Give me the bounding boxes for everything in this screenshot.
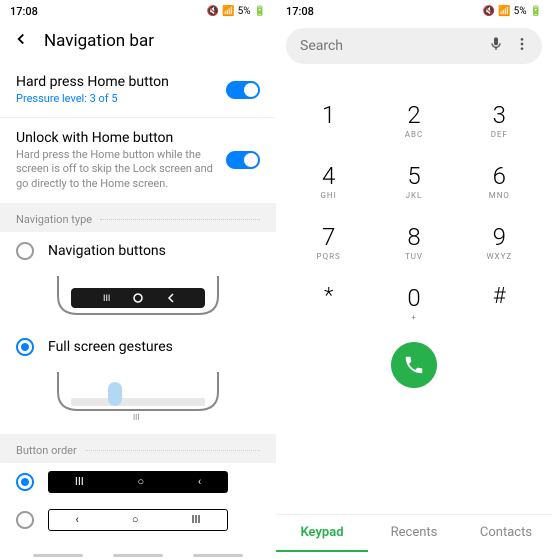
- tab-keypad[interactable]: Keypad: [276, 515, 368, 552]
- setting-title: Unlock with Home button: [16, 130, 226, 146]
- status-icons: 🔇 📶 5% 🔋: [483, 6, 542, 17]
- radio-icon: [16, 338, 34, 356]
- toggle-unlock-home[interactable]: [226, 151, 260, 169]
- radio-icon: [16, 511, 34, 529]
- tabs: Keypad Recents Contacts: [276, 514, 552, 552]
- order-bar: III○‹: [48, 471, 228, 493]
- radio-nav-buttons[interactable]: Navigation buttons: [0, 232, 276, 270]
- order-bar: ‹○III: [48, 509, 228, 531]
- key-5[interactable]: 5JKL: [371, 151, 456, 212]
- radio-icon: [16, 242, 34, 260]
- key-6[interactable]: 6MNO: [457, 151, 542, 212]
- order-option-2[interactable]: ‹○III: [0, 501, 276, 539]
- battery-text: 5%: [238, 6, 251, 17]
- key-*[interactable]: *: [286, 273, 371, 334]
- key-2[interactable]: 2ABC: [371, 90, 456, 151]
- header: Navigation bar: [0, 22, 276, 62]
- setting-hard-press[interactable]: Hard press Home button Pressure level: 3…: [0, 62, 276, 117]
- signal-icon: 📶: [222, 6, 234, 17]
- battery-text: 5%: [514, 6, 527, 17]
- status-bar: 17:08 🔇 📶 5% 🔋: [0, 0, 276, 22]
- page-title: Navigation bar: [44, 31, 154, 51]
- mic-icon[interactable]: [488, 36, 504, 56]
- key-9[interactable]: 9WXYZ: [457, 212, 542, 273]
- dialer-screen: 17:08 🔇 📶 5% 🔋 12ABC3DEF 4GHI5JKL6MNO 7PQR…: [276, 0, 552, 560]
- section-button-order: Button order: [0, 434, 276, 463]
- status-bar: 17:08 🔇 📶 5% 🔋: [276, 0, 552, 22]
- setting-description: Hard press the Home button while the scr…: [16, 148, 226, 191]
- radio-gestures[interactable]: Full screen gestures: [0, 328, 276, 366]
- radio-label: Navigation buttons: [48, 243, 166, 259]
- tab-recents[interactable]: Recents: [368, 515, 460, 552]
- search-bar[interactable]: [286, 28, 542, 64]
- setting-subtitle: Pressure level: 3 of 5: [16, 92, 226, 105]
- key-3[interactable]: 3DEF: [457, 90, 542, 151]
- radio-icon: [16, 473, 34, 491]
- status-icons: 🔇 📶 5% 🔋: [207, 6, 266, 17]
- radio-label: Full screen gestures: [48, 339, 173, 355]
- search-input[interactable]: [300, 38, 478, 54]
- svg-text:III: III: [133, 413, 140, 422]
- keypad: 12ABC3DEF 4GHI5JKL6MNO 7PQRS8TUV9WXYZ *0+#: [276, 70, 552, 334]
- signal-icon: 📶: [498, 6, 510, 17]
- order-option-1[interactable]: III○‹: [0, 463, 276, 501]
- setting-unlock-home[interactable]: Unlock with Home button Hard press the H…: [0, 117, 276, 203]
- settings-screen: 17:08 🔇 📶 5% 🔋 Navigation bar Hard press…: [0, 0, 276, 560]
- key-1[interactable]: 1: [286, 90, 371, 151]
- key-0[interactable]: 0+: [371, 273, 456, 334]
- key-7[interactable]: 7PQRS: [286, 212, 371, 273]
- key-#[interactable]: #: [457, 273, 542, 334]
- call-button[interactable]: [391, 342, 437, 388]
- clock: 17:08: [286, 5, 314, 18]
- tab-contacts[interactable]: Contacts: [460, 515, 552, 552]
- mute-icon: 🔇: [483, 6, 495, 17]
- key-8[interactable]: 8TUV: [371, 212, 456, 273]
- battery-icon: 🔋: [254, 6, 266, 17]
- back-icon[interactable]: [12, 30, 30, 52]
- toggle-hard-press[interactable]: [226, 81, 260, 99]
- battery-icon: 🔋: [530, 6, 542, 17]
- settings-body: Hard press Home button Pressure level: 3…: [0, 62, 276, 539]
- mute-icon: 🔇: [207, 6, 219, 17]
- setting-title: Hard press Home button: [16, 74, 226, 90]
- preview-nav-buttons: III: [0, 270, 276, 328]
- preview-gestures: III: [0, 366, 276, 434]
- section-nav-type: Navigation type: [0, 203, 276, 232]
- svg-text:III: III: [103, 294, 110, 304]
- more-icon[interactable]: [514, 36, 530, 56]
- gesture-hints: [0, 554, 276, 557]
- key-4[interactable]: 4GHI: [286, 151, 371, 212]
- clock: 17:08: [10, 5, 38, 18]
